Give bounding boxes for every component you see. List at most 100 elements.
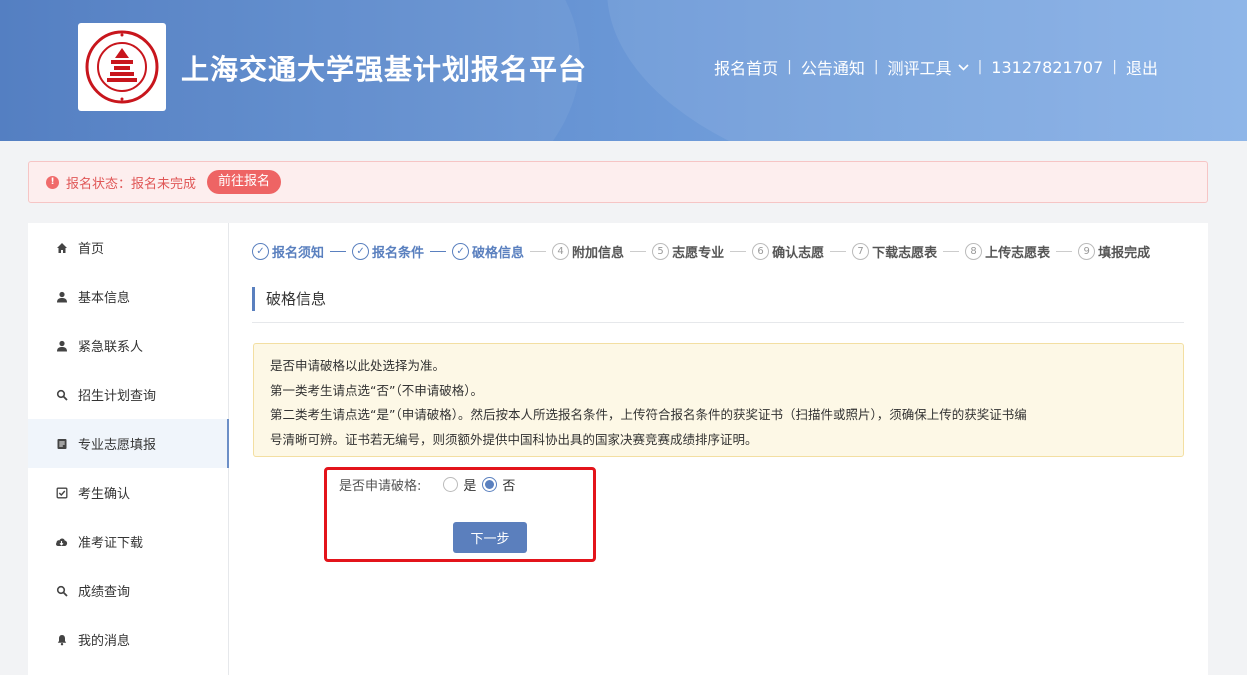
- step-number: 9: [1078, 243, 1096, 260]
- step-label: 下载志愿表: [872, 246, 938, 261]
- step-label: 附加信息: [572, 246, 625, 261]
- sidebar-item-label: 准考证下载: [78, 536, 144, 551]
- nav-user-phone[interactable]: 13127821707: [991, 58, 1103, 77]
- sidebar: 首页 基本信息 紧急联系人 招生计划查询 专业志愿填报 考生确认 准考证下载 成…: [28, 223, 229, 675]
- sidebar-item-plan-query[interactable]: 招生计划查询: [28, 370, 228, 419]
- nav-home-link[interactable]: 报名首页: [714, 55, 778, 79]
- step-connector: [730, 251, 747, 252]
- step-5: 5 志愿专业: [652, 242, 724, 261]
- step-number: 5: [652, 243, 670, 260]
- nav-tools-dropdown[interactable]: 测评工具: [888, 55, 969, 79]
- step-label: 破格信息: [472, 246, 525, 261]
- step-3: ✓ 破格信息: [452, 242, 524, 261]
- nav-tools-label: 测评工具: [887, 59, 952, 78]
- sidebar-item-label: 招生计划查询: [78, 389, 157, 404]
- radio-yes[interactable]: 是: [443, 475, 476, 494]
- step-connector: [1056, 251, 1073, 252]
- exception-label: 是否申请破格:: [339, 479, 422, 494]
- notice-line: 是否申请破格以此处选择为准。: [270, 358, 446, 373]
- sidebar-item-admission-ticket[interactable]: 准考证下载: [28, 517, 228, 566]
- sidebar-item-label: 首页: [78, 242, 105, 257]
- bell-icon: [55, 633, 68, 646]
- exception-form-row: 是否申请破格: 是 否: [339, 475, 521, 494]
- sjtu-seal-icon: [85, 30, 159, 104]
- step-label: 上传志愿表: [985, 246, 1051, 261]
- sidebar-item-home[interactable]: 首页: [28, 223, 228, 272]
- step-connector: [630, 251, 647, 252]
- sidebar-item-score-query[interactable]: 成绩查询: [28, 566, 228, 615]
- step-number: 7: [852, 243, 870, 260]
- radio-checked-icon: [482, 477, 498, 492]
- radio-yes-label: 是: [463, 479, 477, 494]
- user-icon: [55, 339, 68, 352]
- next-step-button[interactable]: 下一步: [453, 522, 527, 553]
- header: 上海交通大学强基计划报名平台 报名首页 | 公告通知 | 测评工具 | 1312…: [0, 0, 1247, 141]
- sidebar-item-label: 成绩查询: [78, 585, 131, 600]
- status-message: 报名状态：报名未完成: [66, 176, 197, 192]
- nav-separator: |: [977, 59, 983, 75]
- home-icon: [55, 241, 68, 254]
- section-divider: [252, 322, 1184, 323]
- sidebar-item-basic-info[interactable]: 基本信息: [28, 272, 228, 321]
- step-label: 报名须知: [272, 246, 325, 261]
- step-6: 6 确认志愿: [752, 242, 824, 261]
- section-title: 破格信息: [252, 287, 326, 311]
- step-connector: [430, 251, 447, 252]
- nav-separator: |: [873, 59, 879, 75]
- sidebar-item-candidate-confirm[interactable]: 考生确认: [28, 468, 228, 517]
- sidebar-item-label: 考生确认: [78, 487, 131, 502]
- main-content: ✓ 报名须知 ✓ 报名条件 ✓ 破格信息 4 附加信息 5 志愿专业 6 确认志愿 7 下载志…: [252, 223, 1184, 675]
- step-7: 7 下载志愿表: [852, 242, 937, 261]
- sidebar-item-emergency-contact[interactable]: 紧急联系人: [28, 321, 228, 370]
- step-label: 志愿专业: [672, 246, 725, 261]
- sidebar-item-messages[interactable]: 我的消息: [28, 615, 228, 664]
- top-nav: 报名首页 | 公告通知 | 测评工具 | 13127821707 | 退出: [714, 55, 1158, 79]
- step-8: 8 上传志愿表: [965, 242, 1050, 261]
- user-icon: [55, 290, 68, 303]
- notice-box: 是否申请破格以此处选择为准。 第一类考生请点选“否”（不申请破格）。 第二类考生…: [253, 343, 1184, 457]
- step-label: 填报完成: [1098, 246, 1151, 261]
- nav-logout-link[interactable]: 退出: [1126, 55, 1158, 79]
- sidebar-item-major-application[interactable]: 专业志愿填报: [28, 419, 229, 468]
- university-logo[interactable]: [78, 23, 166, 111]
- step-label: 确认志愿: [772, 246, 825, 261]
- step-connector: [943, 251, 960, 252]
- nav-notice-link[interactable]: 公告通知: [801, 55, 865, 79]
- radio-no[interactable]: 否: [482, 475, 515, 494]
- sidebar-item-label: 紧急联系人: [78, 340, 144, 355]
- chevron-down-icon: [957, 63, 969, 71]
- step-connector: [530, 251, 547, 252]
- progress-steps: ✓ 报名须知 ✓ 报名条件 ✓ 破格信息 4 附加信息 5 志愿专业 6 确认志愿 7 下载志…: [252, 242, 1150, 261]
- status-alert: ! 报名状态：报名未完成 前往报名: [28, 161, 1208, 203]
- sidebar-item-label: 我的消息: [78, 634, 131, 649]
- notice-line: 号清晰可辨。证书若无编号，则须额外提供中国科协出具的国家决赛竞赛成绩排序证明。: [270, 431, 758, 447]
- step-2: ✓ 报名条件: [352, 242, 424, 261]
- notice-line: 第二类考生请点选“是”（申请破格）。然后按本人所选报名条件，上传符合报名条件的获…: [270, 407, 1027, 422]
- sidebar-item-label: 基本信息: [78, 291, 131, 306]
- step-number: 4: [552, 243, 570, 260]
- check-circle-icon: ✓: [352, 243, 370, 260]
- radio-circle-icon: [443, 477, 459, 492]
- document-icon: [55, 437, 68, 450]
- step-number: 8: [965, 243, 983, 260]
- step-9: 9 填报完成: [1078, 242, 1150, 261]
- notice-line: 第一类考生请点选“否”（不申请破格）。: [270, 382, 483, 398]
- go-register-button[interactable]: 前往报名: [207, 170, 282, 194]
- search-icon: [55, 584, 68, 597]
- nav-separator: |: [787, 59, 792, 75]
- alert-icon: !: [46, 175, 59, 189]
- check-circle-icon: ✓: [452, 243, 470, 260]
- step-number: 6: [752, 243, 770, 260]
- step-connector: [830, 251, 847, 252]
- step-label: 报名条件: [372, 246, 425, 261]
- nav-separator: |: [1112, 59, 1117, 75]
- step-1: ✓ 报名须知: [252, 242, 324, 261]
- checkbox-icon: [55, 486, 68, 499]
- check-circle-icon: ✓: [252, 243, 269, 260]
- radio-no-label: 否: [502, 479, 516, 494]
- cloud-download-icon: [55, 535, 68, 548]
- step-connector: [330, 251, 347, 252]
- content-panel: 首页 基本信息 紧急联系人 招生计划查询 专业志愿填报 考生确认 准考证下载 成…: [28, 223, 1208, 675]
- step-4: 4 附加信息: [552, 242, 624, 261]
- site-title: 上海交通大学强基计划报名平台: [181, 53, 588, 86]
